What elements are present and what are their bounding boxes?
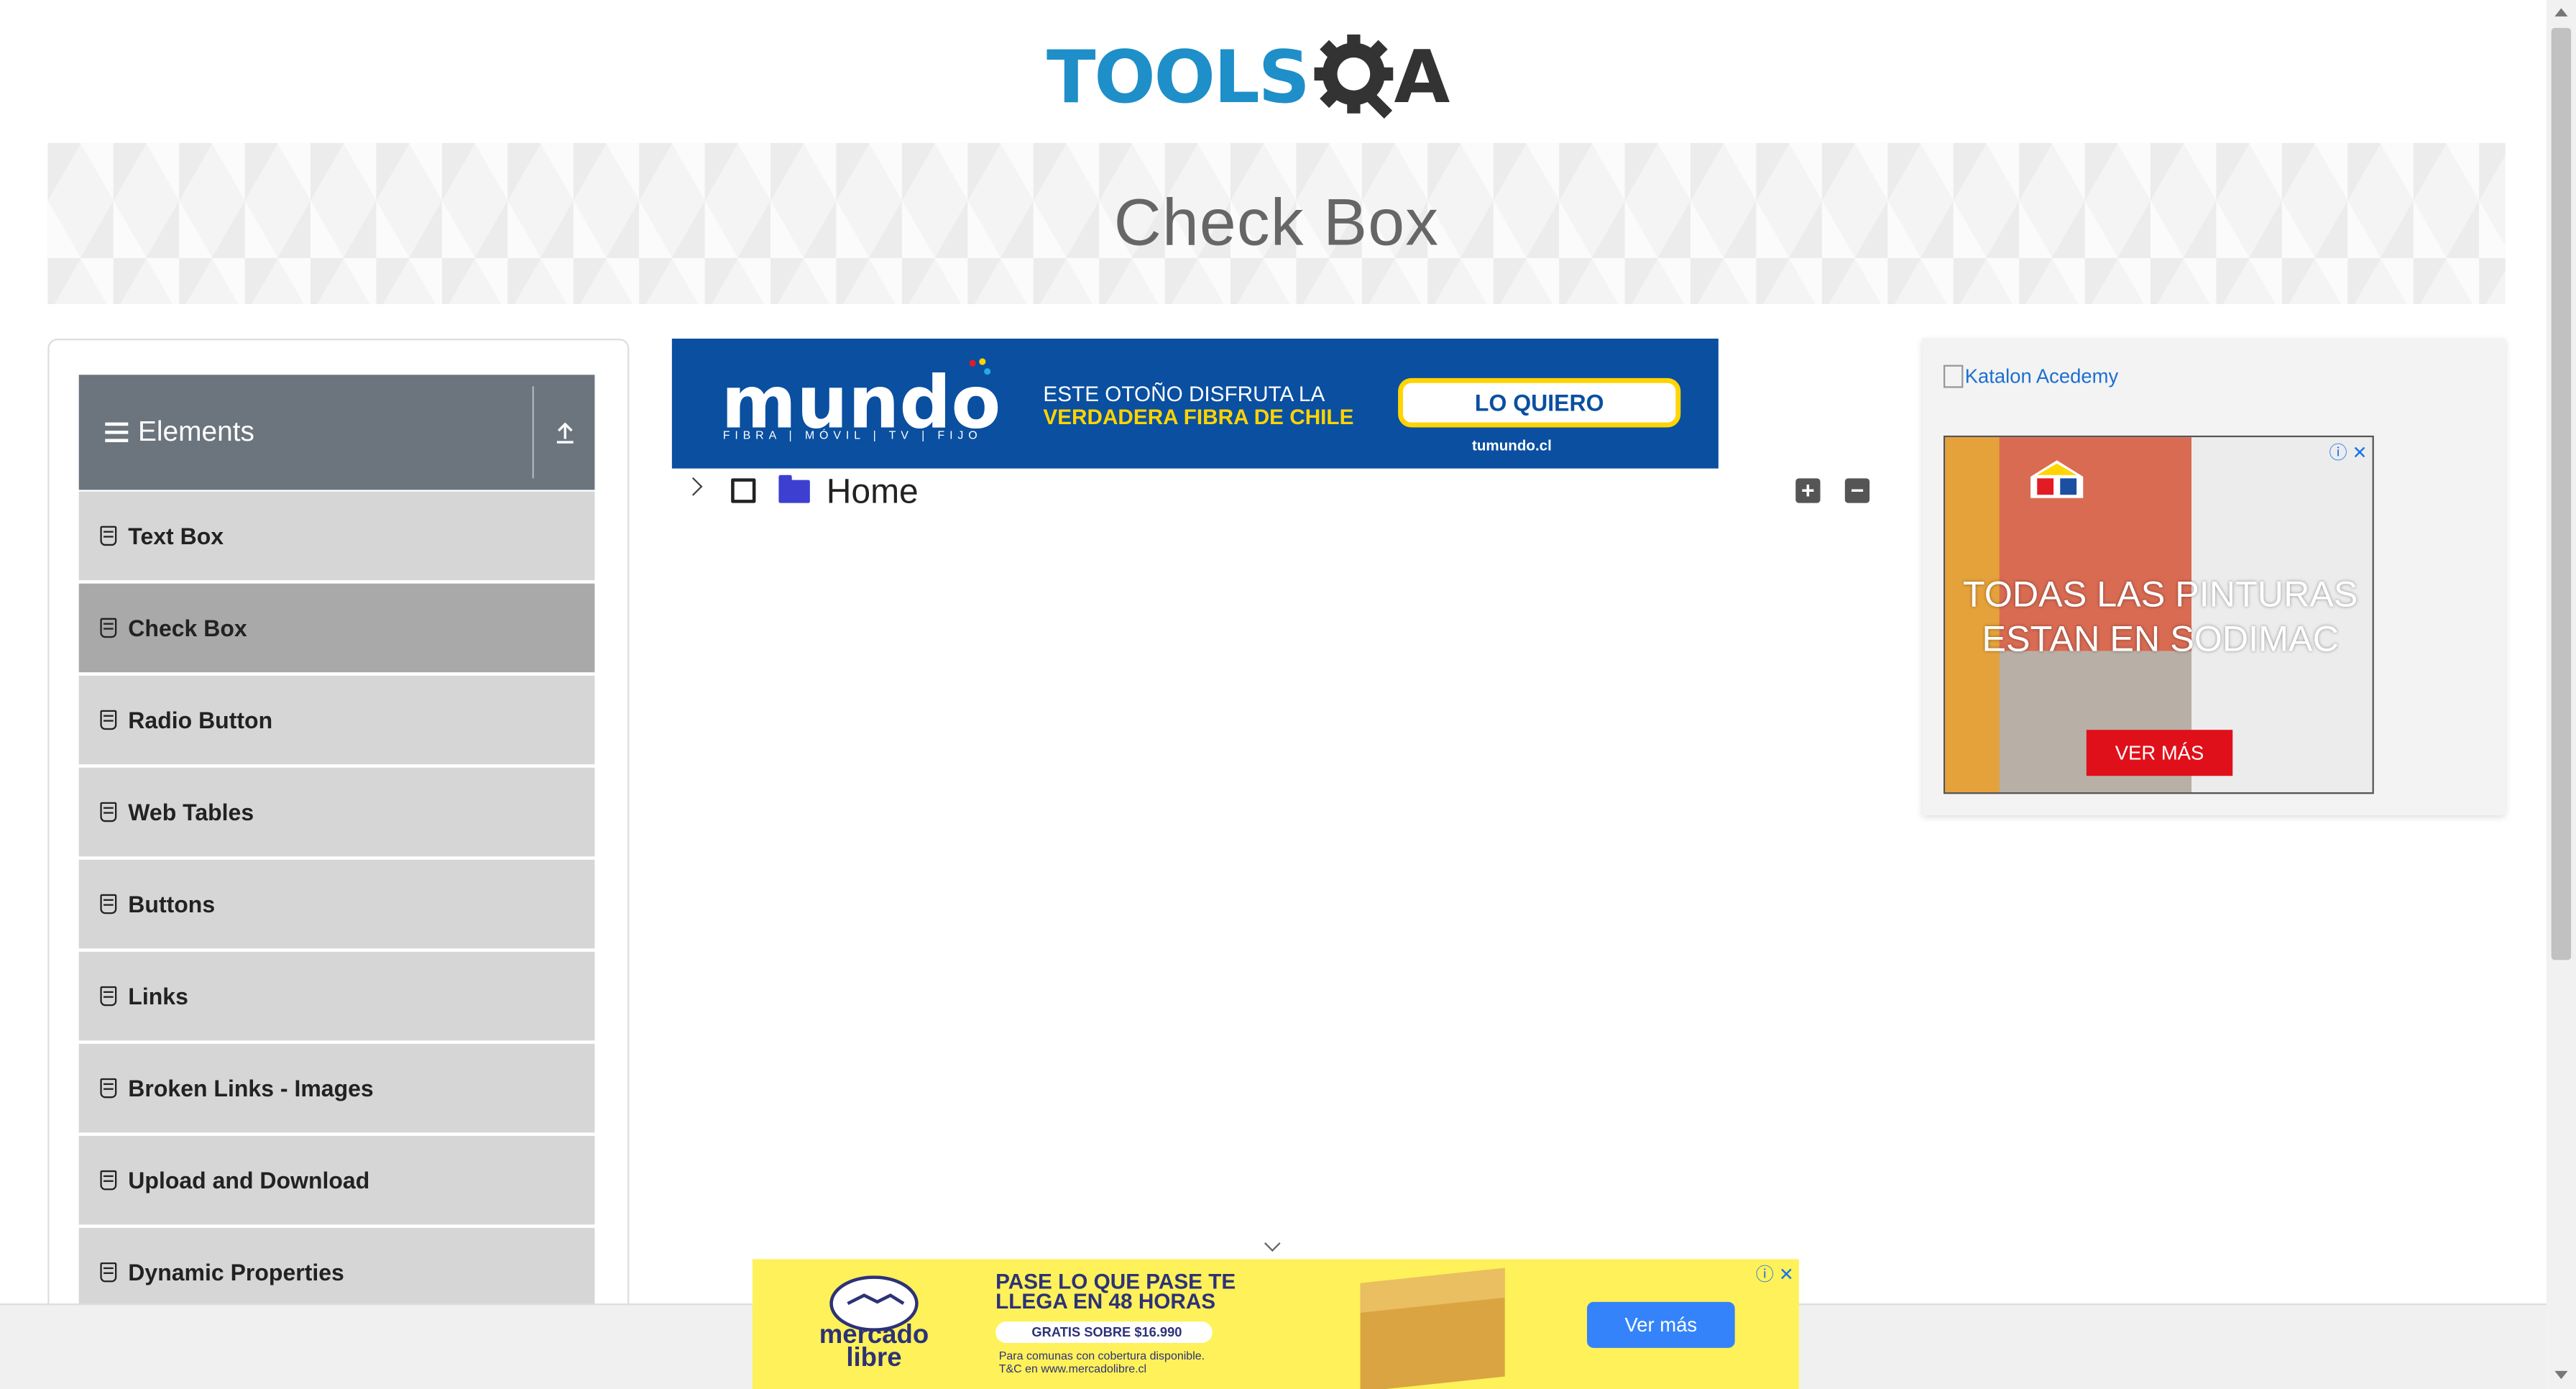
sidebar-item-web-tables[interactable]: Web Tables [78,767,595,857]
ml-free-shipping-pill: GRATIS SOBRE $16.990 [995,1321,1213,1343]
ml-disclaimer-1: Para comunas con cobertura disponible. [998,1351,1205,1363]
collapse-up-icon[interactable] [534,421,595,444]
html5-icon [100,1078,117,1099]
sidebar-item-upload-download[interactable]: Upload and Download [78,1135,595,1225]
right-ad-panel: Katalon Acedemy TODAS LAS PINTURAS ESTAN… [1922,338,2506,816]
sidebar-item-label: Broken Links - Images [128,1075,374,1101]
page-title: Check Box [1113,186,1440,260]
html5-icon [100,894,117,914]
ad-close-icon[interactable]: ⓘ ✕ [2329,439,2367,465]
ad-sodimac[interactable]: TODAS LAS PINTURAS ESTAN EN SODIMAC VER … [1943,435,2374,794]
html5-icon [100,710,117,730]
broken-image-icon [1943,365,1964,388]
sidebar-item-broken-links[interactable]: Broken Links - Images [78,1043,595,1133]
ml-headline: PASE LO QUE PASE TE LLEGA EN 48 HORAS [995,1269,1236,1314]
katalon-alt-text: Katalon Acedemy [1964,365,2119,388]
home-checkbox[interactable] [731,478,756,503]
sidebar-item-text-box[interactable]: Text Box [78,491,595,581]
sidebar-item-label: Web Tables [128,799,254,825]
sidebar-item-label: Text Box [128,523,224,549]
html5-icon [100,526,117,546]
tree-node-home-label[interactable]: Home [827,473,919,513]
package-box-icon [1360,1267,1505,1389]
html5-icon [100,1170,117,1191]
html5-icon [100,618,117,638]
gear-magnifier-icon [1313,35,1393,119]
sidebar-item-label: Links [128,983,188,1009]
group-header-elements[interactable]: Elements [78,375,595,490]
mercadolibre-brand: mercado libre [819,1321,929,1373]
expand-chevron-icon[interactable] [684,477,703,496]
sidebar-item-links[interactable]: Links [78,951,595,1041]
page-scrollbar[interactable] [2546,0,2576,1389]
html5-icon [100,986,117,1007]
html5-icon [100,1262,117,1283]
sidebar-item-label: Buttons [128,891,216,917]
page-banner: Check Box [47,142,2506,304]
logo-text: TOOLS [1046,35,1310,119]
sidebar: Elements Text Box Check Box Radio Button… [47,338,630,1362]
sidebar-item-buttons[interactable]: Buttons [78,859,595,949]
chevron-down-icon[interactable] [1264,1235,1281,1252]
mundo-line2: VERDADERA FIBRA DE CHILE [1043,404,1354,429]
katalon-ad-link[interactable]: Katalon Acedemy [1943,365,2119,388]
ad-close-icon[interactable]: ⓘ ✕ [1756,1261,1794,1288]
sodimac-headline: TODAS LAS PINTURAS ESTAN EN SODIMAC [1962,573,2358,659]
mundo-tagline: FIBRA | MÓVIL | TV | FIJO [722,431,983,443]
menu-icon [105,422,129,443]
checkbox-tree: Home [680,473,1880,519]
mundo-copy: ESTE OTOÑO DISFRUTA LA VERDADERA FIBRA D… [1043,381,1354,429]
expand-all-button[interactable]: + [1795,478,1821,503]
scroll-thumb[interactable] [2551,27,2572,961]
sidebar-menu: Text Box Check Box Radio Button Web Tabl… [78,491,595,1320]
sodimac-house-icon [2030,460,2084,498]
sidebar-item-radio-button[interactable]: Radio Button [78,675,595,765]
sidebar-item-label: Radio Button [128,707,273,733]
folder-icon [778,475,810,503]
colorful-dots-icon [969,358,991,375]
ml-disclaimer: Para comunas con cobertura disponible. T… [999,1351,1205,1377]
lo-quiero-button[interactable]: LO QUIERO [1398,377,1681,428]
sidebar-item-label: Check Box [128,615,247,641]
ver-mas-button[interactable]: VER MÁS [2086,730,2233,776]
collapse-all-button[interactable]: − [1844,478,1870,503]
mundo-logo: mundo [721,360,1001,445]
ad-banner-mercadolibre[interactable]: mercado libre PASE LO QUE PASE TE LLEGA … [752,1259,1799,1389]
sidebar-item-label: Dynamic Properties [128,1259,344,1285]
logo-text-suffix: A [1394,35,1450,119]
sidebar-item-label: Upload and Download [128,1167,370,1193]
sidebar-item-check-box[interactable]: Check Box [78,583,595,673]
html5-icon [100,802,117,822]
ml-disclaimer-2: T&C en www.mercadolibre.cl [998,1364,1147,1376]
mundo-line1: ESTE OTOÑO DISFRUTA LA [1043,381,1325,406]
scroll-down-arrow-icon[interactable] [2554,1370,2568,1380]
site-logo[interactable]: TOOLS A [1046,23,1450,132]
ad-banner-mundo[interactable]: mundo FIBRA | MÓVIL | TV | FIJO ESTE OTO… [671,338,1719,469]
group-title: Elements [137,416,254,447]
scroll-up-arrow-icon[interactable] [2554,8,2568,17]
ver-mas-ml-button[interactable]: Ver más [1586,1301,1735,1348]
mundo-url: tumundo.cl [1471,437,1552,454]
